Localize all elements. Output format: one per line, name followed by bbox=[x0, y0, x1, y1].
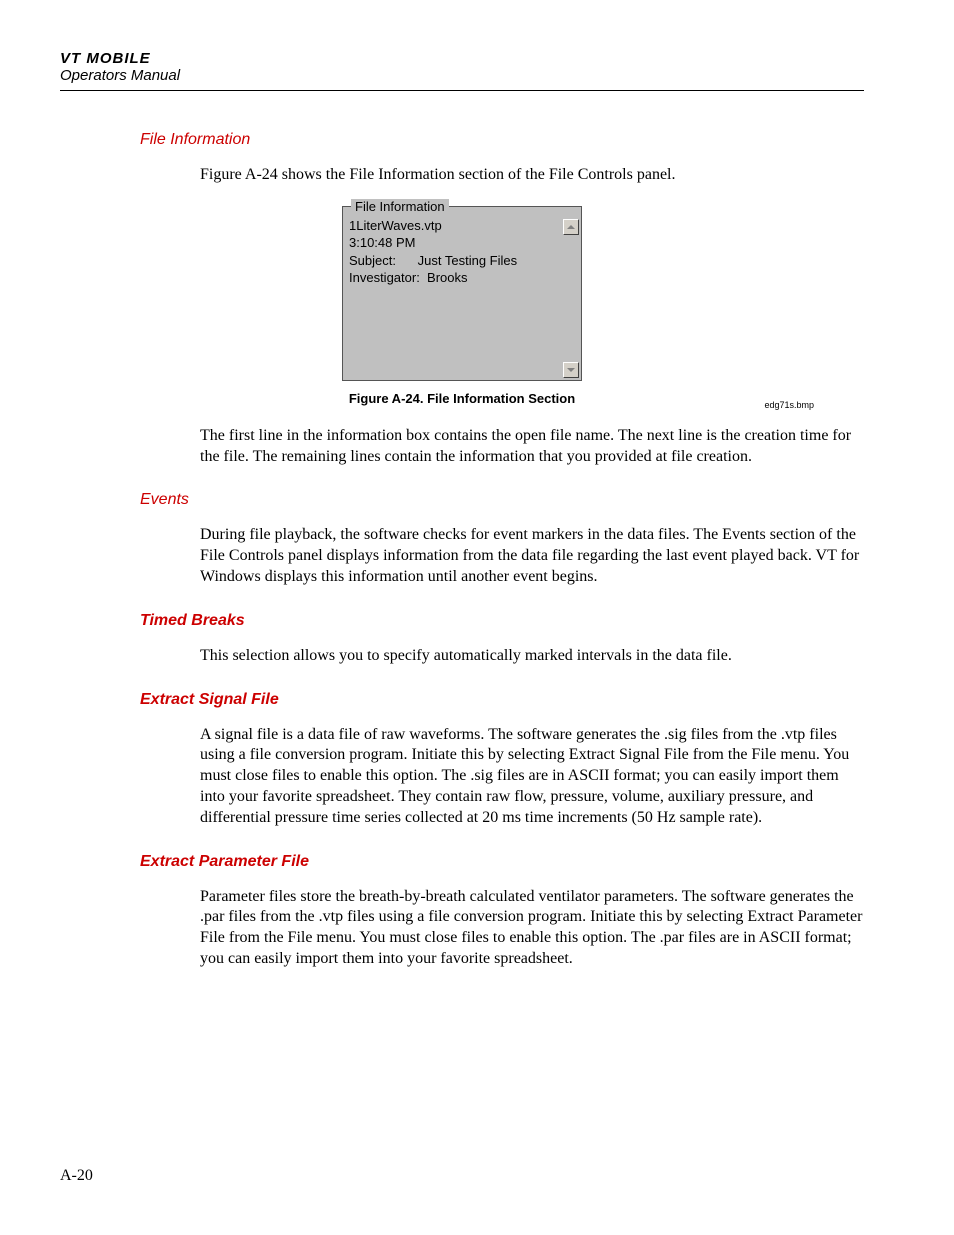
heading-file-information: File Information bbox=[140, 131, 864, 149]
file-information-panel: File Information 1LiterWaves.vtp 3:10:48… bbox=[342, 206, 582, 381]
timed-breaks-body: This selection allows you to specify aut… bbox=[200, 646, 864, 667]
scroll-up-button[interactable] bbox=[563, 219, 579, 235]
file-name-line: 1LiterWaves.vtp bbox=[349, 217, 575, 235]
figure-caption: Figure A-24. File Information Section bbox=[342, 391, 582, 406]
events-body: During file playback, the software check… bbox=[200, 525, 864, 587]
chevron-down-icon bbox=[567, 368, 575, 372]
heading-timed-breaks: Timed Breaks bbox=[140, 612, 864, 630]
header-product-title: VT MOBILE bbox=[60, 50, 864, 67]
extract-parameter-body: Parameter files store the breath-by-brea… bbox=[200, 887, 864, 970]
file-investigator-line: Investigator: Brooks bbox=[349, 269, 575, 287]
file-time-line: 3:10:48 PM bbox=[349, 234, 575, 252]
file-information-intro: Figure A-24 shows the File Information s… bbox=[200, 165, 864, 186]
file-subject-line: Subject: Just Testing Files bbox=[349, 252, 575, 270]
heading-extract-signal-file: Extract Signal File bbox=[140, 691, 864, 709]
chevron-up-icon bbox=[567, 225, 575, 229]
scroll-down-button[interactable] bbox=[563, 362, 579, 378]
figure-a24: File Information 1LiterWaves.vtp 3:10:48… bbox=[342, 206, 582, 406]
heading-extract-parameter-file: Extract Parameter File bbox=[140, 853, 864, 871]
page-header: VT MOBILE Operators Manual bbox=[60, 50, 864, 91]
page-number: A-20 bbox=[60, 1167, 93, 1185]
extract-signal-body: A signal file is a data file of raw wave… bbox=[200, 725, 864, 829]
header-manual-subtitle: Operators Manual bbox=[60, 67, 864, 84]
file-information-body: The first line in the information box co… bbox=[200, 426, 864, 468]
heading-events: Events bbox=[140, 491, 864, 509]
